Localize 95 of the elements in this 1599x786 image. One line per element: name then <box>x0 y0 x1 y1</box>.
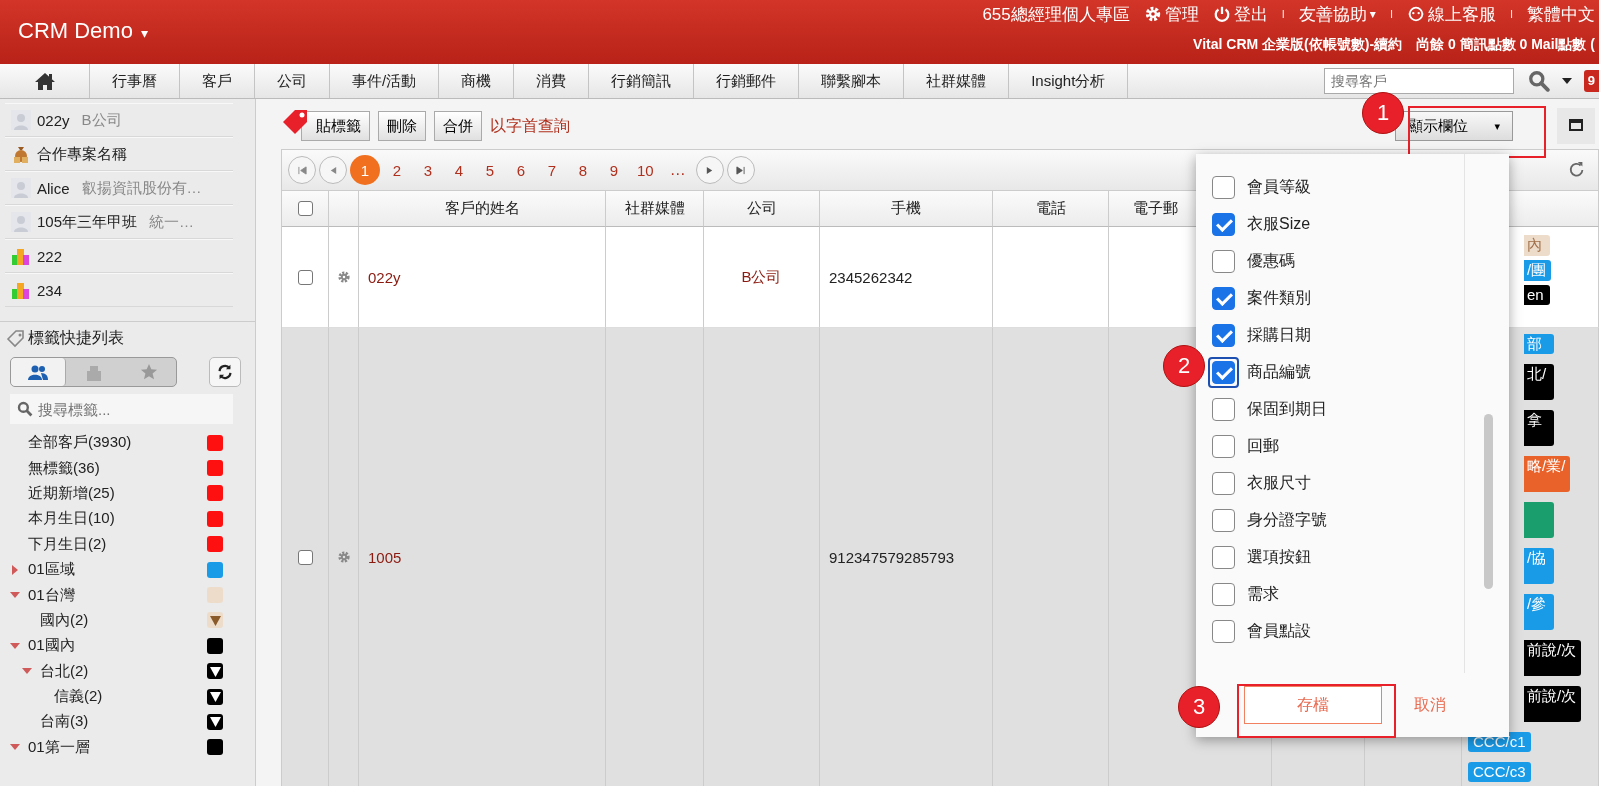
tag-item[interactable]: 無標籤(36) <box>28 458 207 478</box>
tag-item[interactable]: 國內(2) <box>40 610 207 630</box>
tag-chip: /參 <box>1524 594 1554 630</box>
column-option[interactable]: 身分證字號 <box>1247 510 1327 531</box>
customer-name-link[interactable]: 1005 <box>368 548 402 566</box>
table-cell: 912347579285793 <box>820 328 993 786</box>
header-link[interactable]: 友善協助 <box>1298 2 1367 26</box>
tag-item[interactable]: 本月生日(10) <box>28 509 207 529</box>
recent-item[interactable]: Alice 叡揚資訊股份有… <box>5 171 233 205</box>
nav-tab[interactable]: 行銷簡訊 <box>589 64 695 98</box>
header-link[interactable]: 655總經理個人專區 <box>982 2 1130 26</box>
page-ellipsis: … <box>668 161 687 179</box>
tag-item[interactable]: 信義(2) <box>54 687 207 707</box>
tag-item[interactable]: 01台灣 <box>28 585 207 605</box>
recent-item[interactable]: 105年三年甲班 統一… <box>5 205 233 239</box>
header-link[interactable]: 線上客服 <box>1427 2 1496 26</box>
page-number[interactable]: 9 <box>600 155 628 185</box>
alphabet-search-link[interactable]: 以字首查詢 <box>490 115 570 137</box>
toolbar-button[interactable]: 刪除 <box>378 111 426 141</box>
column-header[interactable]: 公司 <box>704 190 820 227</box>
tag-chip: 部 <box>1524 334 1554 354</box>
recent-item[interactable]: 222 <box>5 239 233 273</box>
tag-chip: en <box>1524 285 1550 305</box>
tag-item[interactable]: 全部客戶(3930) <box>28 433 207 453</box>
tag-chip: /協 <box>1524 548 1554 584</box>
caret-icon[interactable]: ▾ <box>1369 7 1376 21</box>
column-option[interactable]: 衣服尺寸 <box>1247 473 1311 494</box>
page-number[interactable]: 2 <box>383 155 411 185</box>
nav-tab[interactable]: Insight分析 <box>1009 64 1129 98</box>
recent-item[interactable]: 合作專案名稱 <box>5 137 233 171</box>
plan-text[interactable]: Vital CRM 企業版(依帳號數)-續約 <box>1193 36 1403 54</box>
separator: I <box>1389 8 1393 20</box>
column-header[interactable]: 社群媒體 <box>606 190 704 227</box>
nav-tab[interactable]: 行事曆 <box>90 64 180 98</box>
brand-title[interactable]: CRM Demo <box>18 18 133 44</box>
column-header[interactable]: 電話 <box>993 190 1109 227</box>
header-link[interactable]: 管理 <box>1164 2 1199 26</box>
tag-item[interactable]: 下月生日(2) <box>28 534 207 554</box>
tag-chip: 略/業/ <box>1524 456 1571 492</box>
tag-item[interactable]: 01第一層 <box>28 737 207 757</box>
section-title: 標籤快捷列表 <box>28 328 124 348</box>
tag-item[interactable]: 台南(3) <box>40 712 207 732</box>
toolbar-button[interactable]: 貼標籤 <box>301 111 370 141</box>
header-link[interactable]: 登出 <box>1233 2 1268 26</box>
page-number[interactable]: 6 <box>507 155 535 185</box>
header-link[interactable]: 繁體中文 <box>1527 2 1595 26</box>
nav-tab[interactable]: 消費 <box>514 64 590 98</box>
company-link[interactable]: B公司 <box>741 267 782 287</box>
column-option[interactable]: 案件類別 <box>1247 288 1311 309</box>
tag-chip: 拿 <box>1524 410 1554 446</box>
nav-tab[interactable]: 公司 <box>255 64 330 98</box>
column-header[interactable]: 手機 <box>820 190 993 227</box>
page-number[interactable]: 5 <box>476 155 504 185</box>
page-number[interactable]: 3 <box>414 155 442 185</box>
nav-tab[interactable]: 事件/活動 <box>330 64 440 98</box>
separator: I <box>1509 8 1513 20</box>
tag-chip: 前說/次 <box>1524 640 1582 676</box>
search-field[interactable]: 搜尋客戶 <box>1323 68 1514 94</box>
tag-item[interactable]: 01國內 <box>28 636 207 656</box>
caret-icon[interactable]: ▾ <box>140 25 148 41</box>
tag-item[interactable]: 01區域 <box>28 560 207 580</box>
tag-item[interactable]: 近期新增(25) <box>28 483 207 503</box>
column-header[interactable]: 客戶的姓名 <box>359 190 606 227</box>
page-number[interactable]: 7 <box>538 155 566 185</box>
nav-tab[interactable]: 行銷郵件 <box>694 64 800 98</box>
page-number[interactable]: 8 <box>569 155 597 185</box>
tag-search-field[interactable]: 搜尋標籤... <box>10 394 233 424</box>
notification-badge[interactable]: 9 <box>1583 70 1599 92</box>
column-option[interactable]: 回郵 <box>1247 436 1279 457</box>
page-number[interactable]: 4 <box>445 155 473 185</box>
recent-item[interactable]: 234 <box>5 273 233 307</box>
toolbar-button[interactable]: 合併 <box>434 111 482 141</box>
column-option[interactable]: 需求 <box>1247 584 1279 605</box>
tag-chip: CCC/c3 <box>1468 762 1531 782</box>
tag-chip: 北/ <box>1524 364 1554 400</box>
tag-chip: 前說/次 <box>1524 686 1582 722</box>
nav-tab[interactable]: 客戶 <box>180 64 255 98</box>
nav-tab[interactable]: 社群媒體 <box>904 64 1010 98</box>
column-option[interactable]: 會員點設 <box>1247 621 1311 642</box>
points-text: 尚餘 0 簡訊點數 0 Mail點數 ( <box>1416 36 1595 54</box>
tag-chip: /團 <box>1524 260 1552 281</box>
customer-name-link[interactable]: 022y <box>368 268 401 286</box>
tag-chip: 內 <box>1524 235 1550 256</box>
column-option[interactable]: 選項按鈕 <box>1247 547 1311 568</box>
column-option[interactable]: 商品編號 <box>1247 362 1311 383</box>
column-option[interactable]: 保固到期日 <box>1247 399 1327 420</box>
page-number[interactable]: 10 <box>631 155 660 185</box>
tag-item[interactable]: 台北(2) <box>40 661 207 681</box>
recent-item[interactable]: 022y B公司 <box>5 103 233 137</box>
column-option[interactable]: 採購日期 <box>1247 325 1311 346</box>
separator: I <box>1281 8 1285 20</box>
nav-tab[interactable]: 商機 <box>439 64 515 98</box>
table-cell: 2345262342 <box>820 227 993 328</box>
nav-tab[interactable]: 聯繫腳本 <box>799 64 905 98</box>
column-option[interactable]: 優惠碼 <box>1247 251 1295 272</box>
